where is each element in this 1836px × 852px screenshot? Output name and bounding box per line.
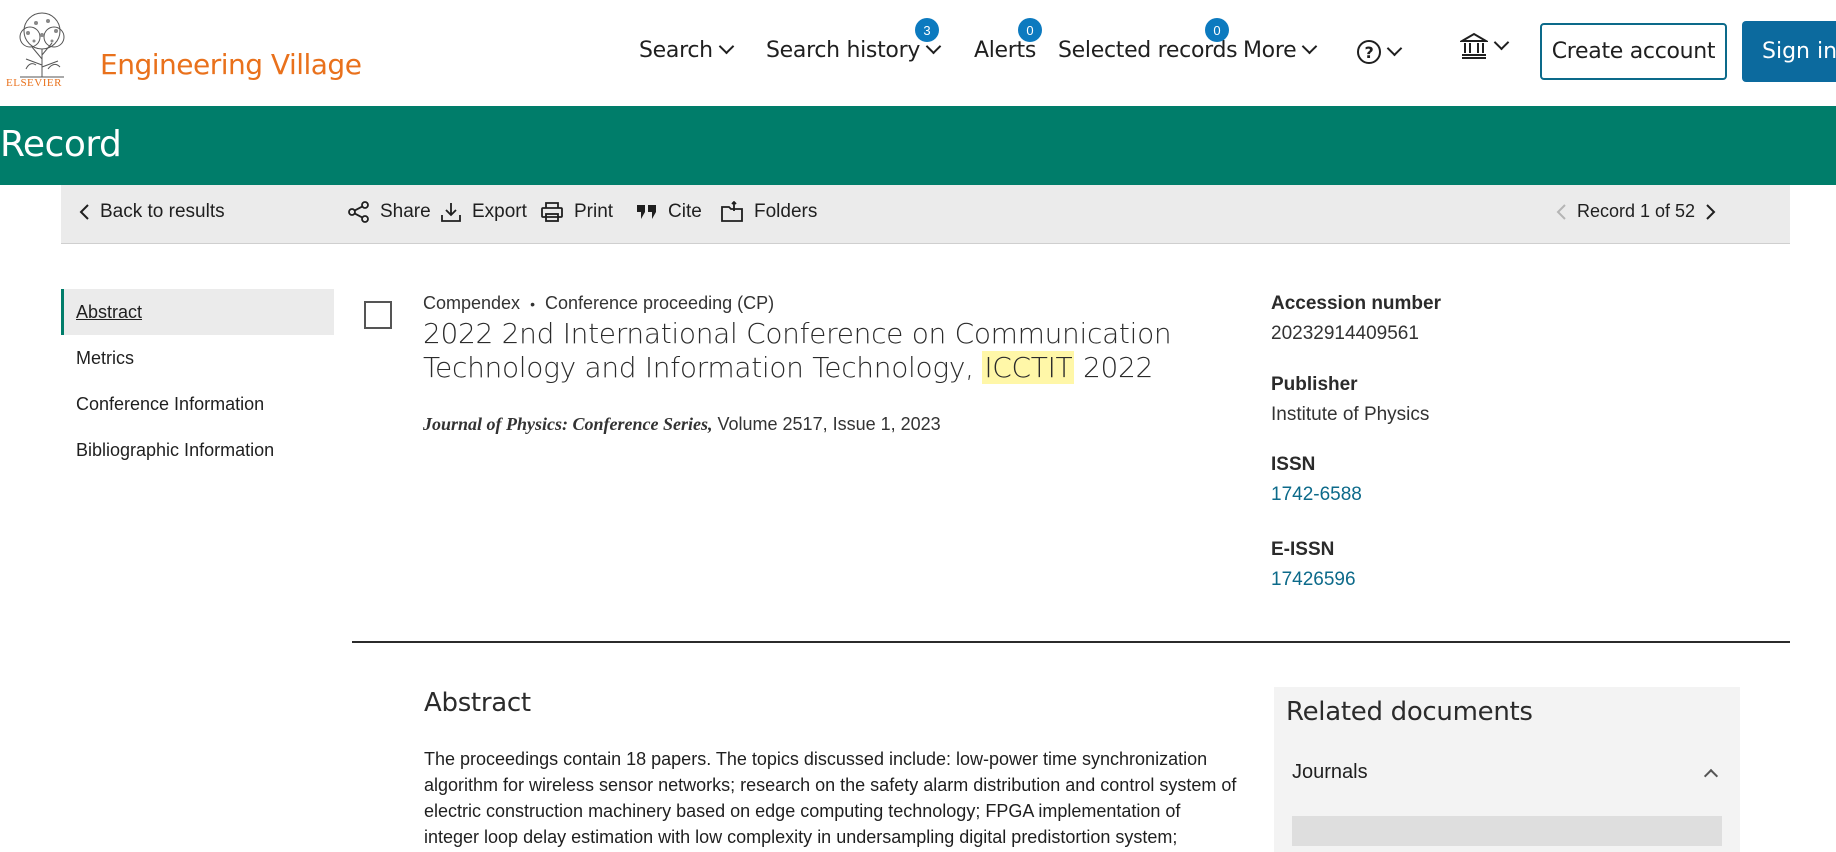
nav-search-history-label: Search history: [766, 38, 921, 63]
publisher-label: Publisher: [1271, 374, 1358, 395]
record-source: Journal of Physics: Conference Series, V…: [423, 414, 941, 435]
accession-number-block: Accession number 20232914409561: [1271, 293, 1441, 345]
journals-label: Journals: [1292, 761, 1368, 783]
publisher-value: Institute of Physics: [1271, 404, 1430, 425]
institution-icon: [1460, 32, 1488, 59]
share-icon: [348, 201, 369, 223]
section-nav-conference-information[interactable]: Conference Information: [61, 381, 334, 427]
record-title-year: 2022: [1074, 351, 1154, 384]
folder-icon: [721, 201, 743, 222]
brand-title[interactable]: Engineering Village: [100, 48, 362, 81]
nav-search-history[interactable]: Search history: [766, 38, 942, 63]
previous-record-icon[interactable]: [1555, 203, 1567, 221]
folders-button[interactable]: Folders: [720, 201, 817, 223]
abstract-heading: Abstract: [424, 688, 531, 718]
print-icon: [541, 202, 563, 222]
volume-issue: Volume 2517, Issue 1, 2023: [712, 414, 941, 434]
doc-type-label: Conference proceeding (CP): [544, 293, 775, 313]
record-toolbar: Back to results Share Export Print Cite …: [61, 185, 1790, 244]
folders-label: Folders: [754, 201, 818, 222]
publisher-block: Publisher Institute of Physics: [1271, 374, 1429, 426]
record-pager: Record 1 of 52: [1555, 201, 1717, 222]
section-nav-bibliographic-information[interactable]: Bibliographic Information: [61, 427, 334, 473]
chevron-down-icon: [718, 38, 735, 55]
chevron-down-icon: [1302, 38, 1318, 55]
institution-menu[interactable]: [1460, 32, 1510, 60]
related-documents-title: Related documents: [1286, 697, 1533, 727]
site-header: ELSEVIER Engineering Village Search Sear…: [0, 0, 1836, 106]
nav-selected-records[interactable]: Selected records: [1058, 38, 1238, 63]
record-meta: Compendex • Conference proceeding (CP): [423, 293, 774, 314]
export-label: Export: [472, 201, 527, 222]
alerts-count-badge: 0: [1018, 18, 1042, 42]
nav-search-label: Search: [639, 38, 713, 63]
chevron-left-icon: [79, 204, 89, 220]
issn-label: ISSN: [1271, 454, 1316, 475]
section-divider: [352, 641, 1790, 643]
cite-label: Cite: [668, 201, 702, 222]
share-button[interactable]: Share: [348, 201, 431, 223]
print-label: Print: [574, 201, 614, 222]
issn-block: ISSN 1742-6588: [1271, 454, 1362, 506]
sign-in-button[interactable]: Sign in: [1742, 21, 1836, 82]
chevron-up-icon: [1703, 768, 1719, 783]
section-nav-metrics[interactable]: Metrics: [61, 335, 334, 381]
eissn-block: E-ISSN 17426596: [1271, 539, 1356, 591]
accession-number-value: 20232914409561: [1271, 323, 1419, 344]
page-title: Record: [0, 124, 122, 165]
abstract-text: The proceedings contain 18 papers. The t…: [424, 749, 1237, 847]
cite-button[interactable]: Cite: [636, 201, 702, 223]
selected-records-count-badge: 0: [1205, 18, 1229, 42]
database-label: Compendex: [423, 293, 521, 313]
journals-accordion[interactable]: Journals: [1292, 761, 1722, 784]
section-nav-abstract[interactable]: Abstract: [61, 289, 334, 335]
help-icon: ?: [1357, 40, 1381, 64]
export-button[interactable]: Export: [440, 201, 527, 223]
nav-selected-records-label: Selected records: [1058, 38, 1238, 63]
nav-search[interactable]: Search: [639, 38, 735, 63]
loading-placeholder: [1292, 816, 1722, 846]
eissn-link[interactable]: 17426596: [1271, 569, 1356, 591]
separator-dot: •: [530, 295, 535, 312]
chevron-down-icon: [1493, 34, 1510, 50]
print-button[interactable]: Print: [540, 201, 613, 223]
back-to-results-link[interactable]: Back to results: [78, 201, 225, 223]
eissn-label: E-ISSN: [1271, 539, 1335, 560]
search-history-count-badge: 3: [915, 18, 939, 42]
help-menu[interactable]: ?: [1357, 40, 1403, 64]
section-nav: Abstract Metrics Conference Information …: [61, 289, 334, 473]
chevron-down-icon: [1386, 40, 1403, 56]
select-record-checkbox[interactable]: [364, 301, 392, 329]
download-icon: [441, 203, 461, 222]
accession-number-label: Accession number: [1271, 293, 1441, 314]
page-title-band: Record: [0, 106, 1836, 185]
issn-link[interactable]: 1742-6588: [1271, 484, 1362, 506]
share-label: Share: [380, 201, 431, 222]
elsevier-logo-text: ELSEVIER: [6, 77, 62, 89]
back-to-results-label: Back to results: [100, 201, 225, 222]
related-documents-panel: Related documents Journals: [1274, 687, 1740, 852]
nav-more[interactable]: More: [1243, 38, 1318, 63]
record-position: Record 1 of 52: [1577, 201, 1696, 221]
search-term-highlight: ICCTIT: [982, 351, 1075, 384]
next-record-icon[interactable]: [1705, 203, 1717, 221]
quote-icon: [637, 205, 656, 219]
journal-name: Journal of Physics: Conference Series,: [423, 414, 713, 434]
record-title: 2022 2nd International Conference on Com…: [423, 317, 1233, 385]
nav-more-label: More: [1243, 38, 1297, 63]
create-account-button[interactable]: Create account: [1540, 23, 1727, 80]
